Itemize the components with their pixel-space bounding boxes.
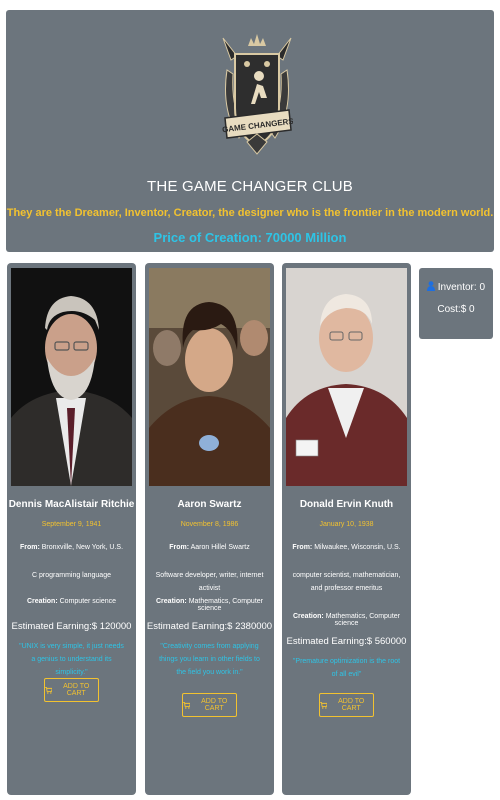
inventor-photo [286, 268, 407, 486]
add-to-cart-label: ADD TO CART [338, 698, 365, 712]
inventor-photo [11, 268, 132, 486]
user-icon [426, 281, 435, 291]
inventor-name: Aaron Swartz [177, 499, 242, 510]
cart-icon [320, 701, 328, 709]
inventor-origin: From: Milwaukee, Wisconsin, U.S. [282, 544, 411, 551]
inventor-known-for: C programming language [32, 572, 111, 579]
inventor-quote: "UNIX is very simple, it just needs a ge… [19, 643, 124, 676]
inventor-name: Donald Ervin Knuth [299, 499, 394, 510]
inventor-creation: Creation: Mathematics, Computer science [145, 598, 274, 612]
estimated-earning: Estimated Earning:$ 2380000 [146, 621, 273, 632]
inventor-known-for: Software developer, writer, internet act… [155, 572, 264, 592]
inventor-name: Dennis MacAlistair Ritchie [8, 499, 135, 510]
inventor-creation: Creation: Mathematics, Computer science [282, 613, 411, 627]
from-label: From: [19, 544, 40, 551]
cart-summary: Inventor: 0 Cost:$ 0 [419, 268, 493, 339]
inventor-creation: Creation: Computer science [7, 598, 136, 605]
estimated-earning: Estimated Earning:$ 120000 [11, 621, 132, 632]
creation-label: Creation: [26, 598, 58, 605]
inventor-card: Donald Ervin Knuth January 10, 1938 From… [282, 263, 411, 795]
inventor-birthdate: September 9, 1941 [41, 521, 102, 528]
inventor-birthdate: November 8, 1986 [180, 521, 239, 528]
creation-label: Creation: [293, 613, 324, 620]
inventor-card: Aaron Swartz November 8, 1986 From: Aaro… [145, 263, 274, 795]
inventor-quote: "Creativity comes from applying things y… [159, 643, 260, 676]
estimated-earning: Estimated Earning:$ 560000 [286, 636, 407, 647]
creation-value: Computer science [59, 598, 117, 605]
inventor-known-for: computer scientist, mathematician, and p… [292, 572, 401, 592]
hero-subtitle: They are the Dreamer, Inventor, Creator,… [6, 207, 494, 219]
inventor-birthdate: January 10, 1938 [319, 521, 374, 528]
creation-value: Mathematics, Computer science [325, 613, 400, 627]
hero-banner: GAME CHANGERS THE GAME CHANGER CLUB They… [6, 10, 494, 252]
creation-value: Mathematics, Computer science [188, 598, 263, 612]
add-to-cart-button[interactable]: ADD TO CART [319, 693, 374, 717]
price-of-creation: Price of Creation: 70000 Million [153, 230, 347, 245]
cart-icon [45, 686, 53, 694]
inventor-photo [149, 268, 270, 486]
game-changers-logo: GAME CHANGERS [222, 34, 293, 155]
add-to-cart-button[interactable]: ADD TO CART [44, 678, 99, 702]
inventor-card: Dennis MacAlistair Ritchie September 9, … [7, 263, 136, 795]
add-to-cart-label: ADD TO CART [201, 698, 228, 712]
inventor-count: Inventor: 0 [419, 281, 493, 293]
inventor-origin: From: Bronxville, New York, U.S. [7, 544, 136, 551]
creation-label: Creation: [156, 598, 187, 605]
cart-icon [183, 701, 191, 709]
from-value: Aaron Hillel Swartz [190, 544, 250, 551]
inventor-quote: "Premature optimization is the root of a… [292, 658, 401, 678]
inventor-count-label: Inventor: 0 [437, 282, 486, 293]
from-label: From: [169, 544, 190, 551]
add-to-cart-button[interactable]: ADD TO CART [182, 693, 237, 717]
page-title: THE GAME CHANGER CLUB [147, 178, 353, 195]
add-to-cart-label: ADD TO CART [63, 683, 90, 697]
from-value: Milwaukee, Wisconsin, U.S. [314, 544, 401, 551]
from-label: From: [292, 544, 313, 551]
inventor-origin: From: Aaron Hillel Swartz [145, 544, 274, 551]
total-cost: Cost:$ 0 [437, 304, 475, 315]
from-value: Bronxville, New York, U.S. [41, 544, 124, 551]
